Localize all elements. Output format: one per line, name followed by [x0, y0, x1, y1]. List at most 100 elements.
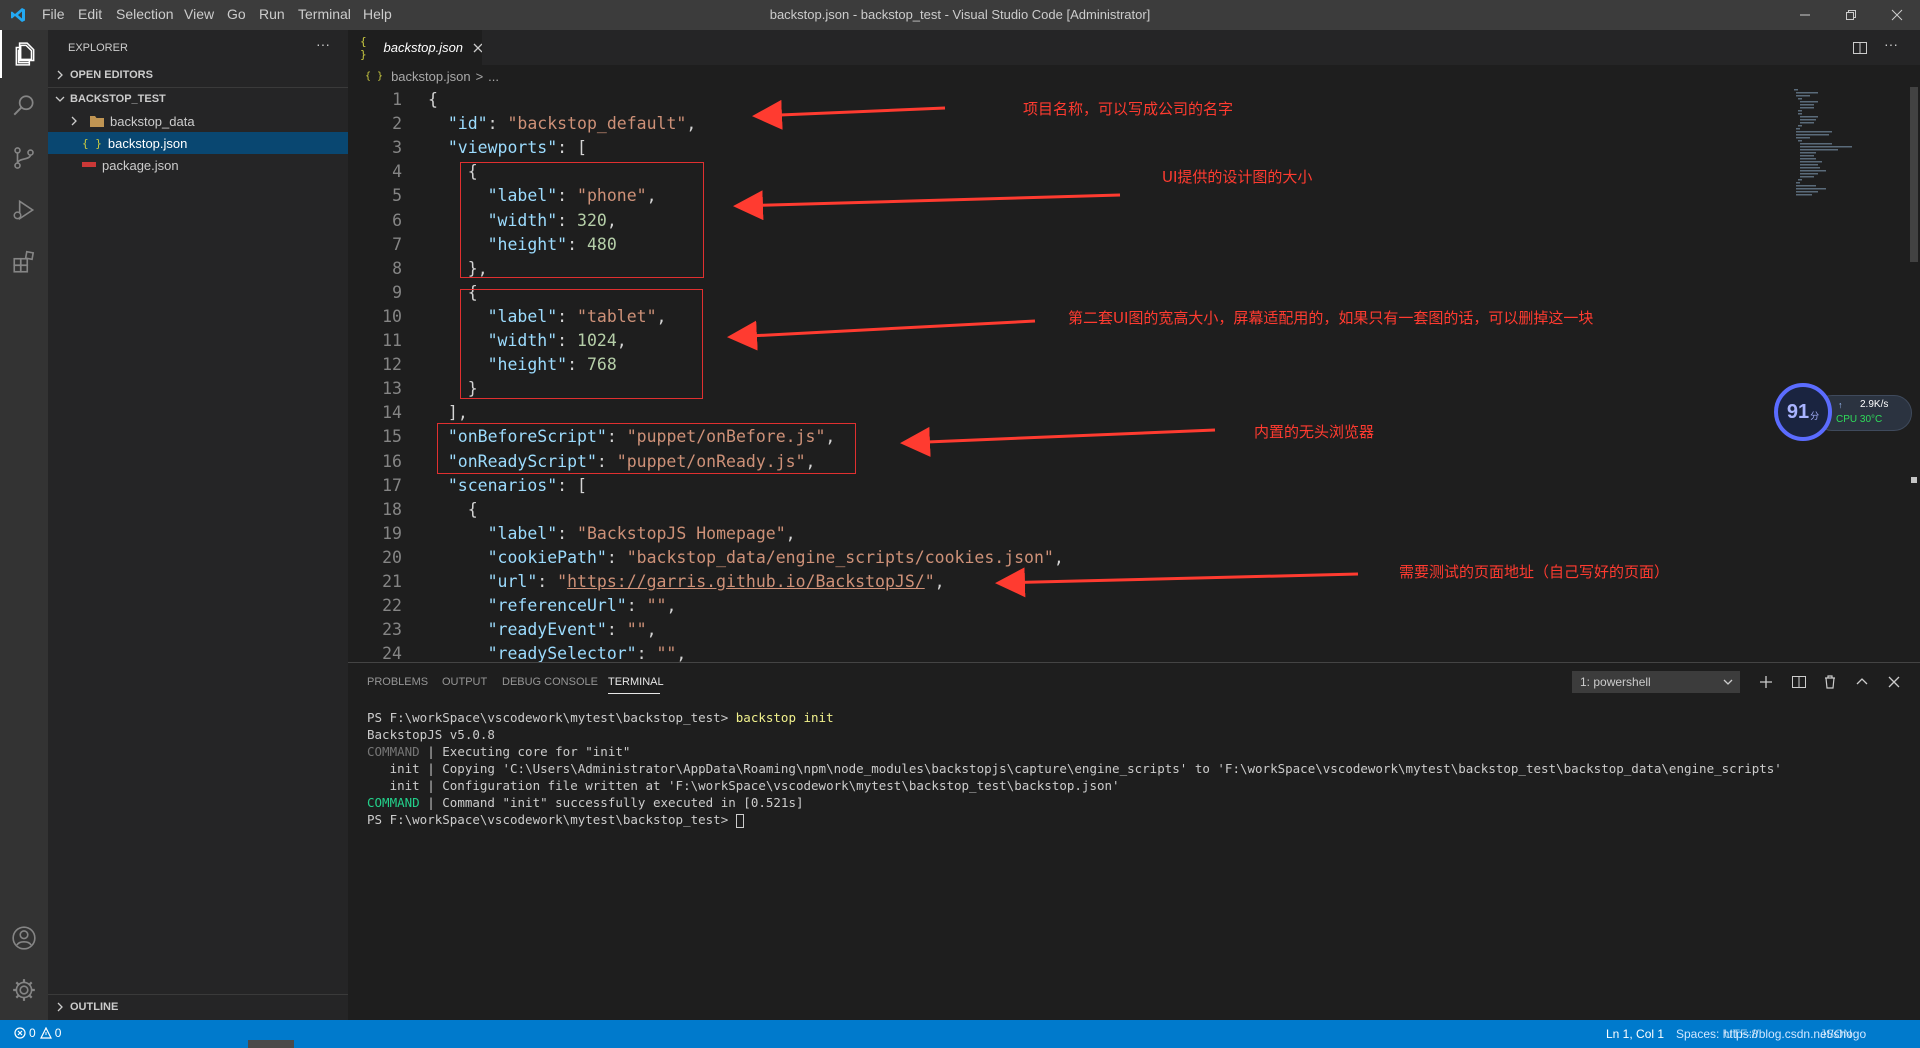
code-text: "cookiePath": "backstop_data/engine_scri… — [487, 547, 1064, 567]
folder-section[interactable]: BACKSTOP_TEST — [48, 88, 348, 110]
breadcrumb-file[interactable]: backstop.json — [391, 69, 471, 84]
menu-view[interactable]: View — [184, 6, 214, 22]
minimap[interactable] — [1790, 87, 1908, 207]
chevron-down-icon — [1723, 679, 1733, 685]
breadcrumb-more[interactable]: ... — [488, 69, 499, 84]
code-line[interactable]: 8 }, — [348, 257, 488, 281]
outline-section[interactable]: OUTLINE — [48, 996, 348, 1018]
cursor-position[interactable]: Ln 1, Col 1 — [1606, 1027, 1664, 1041]
close-panel-icon[interactable] — [1886, 674, 1902, 690]
tab-problems[interactable]: PROBLEMS — [367, 676, 428, 688]
terminal-prompt: PS F:\workSpace\vscodework\mytest\backst… — [367, 710, 736, 725]
menu-terminal[interactable]: Terminal — [298, 6, 351, 22]
system-monitor-widget[interactable]: 91 分 ↑ 2.9K/s CPU 30°C — [1774, 383, 1914, 441]
code-line[interactable]: 7 "height": 480 — [348, 233, 617, 257]
code-line[interactable]: 13 } — [348, 377, 478, 401]
chevron-right-icon — [71, 116, 77, 126]
scrollbar-thumb[interactable] — [1910, 87, 1918, 262]
editor-scrollbar[interactable] — [1908, 87, 1920, 662]
terminal-select-value: 1: powershell — [1580, 675, 1651, 689]
line-number: 13 — [382, 379, 402, 399]
line-number: 2 — [392, 114, 402, 134]
breadcrumb-separator: > — [475, 68, 484, 84]
tab-backstop-json[interactable]: { } backstop.json — [348, 30, 482, 65]
search-button[interactable] — [0, 82, 48, 130]
language-status[interactable]: JSON — [1820, 1027, 1852, 1041]
tab-terminal[interactable]: TERMINAL — [608, 676, 664, 688]
line-number: 15 — [382, 427, 402, 447]
annotation-tablet: 第二套UI图的宽高大小，屏幕适配用的，如果只有一套图的话，可以删掉这一块 — [1068, 309, 1594, 327]
code-line[interactable]: 14 ], — [348, 401, 468, 425]
explorer-button[interactable] — [0, 30, 48, 78]
code-line[interactable]: 22 "referenceUrl": "", — [348, 594, 676, 618]
close-window-button[interactable] — [1874, 0, 1920, 30]
code-line[interactable]: 15 "onBeforeScript": "puppet/onBefore.js… — [348, 425, 835, 449]
restore-button[interactable] — [1828, 0, 1874, 30]
split-terminal-icon[interactable] — [1791, 674, 1807, 690]
json-icon: { } — [360, 34, 367, 61]
terminal-line: init | Copying 'C:\Users\Administrator\A… — [367, 760, 1782, 777]
source-control-icon — [14, 147, 34, 169]
tree-item-backstop-data[interactable]: backstop_data — [48, 110, 348, 132]
tab-debug-console[interactable]: DEBUG CONSOLE — [502, 676, 598, 688]
open-editors-label: OPEN EDITORS — [70, 69, 153, 81]
menu-selection[interactable]: Selection — [116, 6, 174, 22]
extensions-button[interactable] — [0, 238, 48, 286]
plus-icon[interactable] — [1758, 674, 1774, 690]
code-line[interactable]: 2 "id": "backstop_default", — [348, 112, 696, 136]
code-line[interactable]: 9 { — [348, 281, 478, 305]
source-control-button[interactable] — [0, 134, 48, 182]
line-number: 21 — [382, 572, 402, 591]
line-number: 4 — [392, 162, 402, 182]
line-number: 16 — [382, 451, 402, 471]
code-text: "label": "BackstopJS Homepage", — [487, 523, 796, 543]
code-line[interactable]: 17 "scenarios": [ — [348, 474, 587, 498]
run-debug-button[interactable] — [0, 186, 48, 234]
accounts-button[interactable] — [0, 914, 48, 962]
encoding-status[interactable]: UTF-8 — [1724, 1027, 1758, 1041]
minimize-icon — [1800, 14, 1810, 16]
code-line[interactable]: 21 "url": "https://garris.github.io/Back… — [348, 570, 944, 594]
menu-help[interactable]: Help — [363, 6, 392, 22]
chevron-up-icon[interactable] — [1854, 674, 1870, 690]
problems-status[interactable]: 0 0 — [14, 1026, 61, 1040]
code-line[interactable]: 23 "readyEvent": "", — [348, 618, 656, 642]
code-line[interactable]: 19 "label": "BackstopJS Homepage", — [348, 522, 795, 546]
code-line[interactable]: 1{ — [348, 88, 438, 112]
code-line[interactable]: 3 "viewports": [ — [348, 136, 587, 160]
trash-icon[interactable] — [1822, 674, 1838, 690]
editor-more-button[interactable]: ··· — [1884, 36, 1898, 52]
open-editors-section[interactable]: OPEN EDITORS — [48, 64, 348, 86]
code-line[interactable]: 11 "width": 1024, — [348, 329, 627, 353]
terminal-select[interactable]: 1: powershell — [1572, 671, 1740, 693]
close-tab-icon[interactable] — [471, 41, 482, 55]
line-number: 22 — [382, 596, 402, 616]
code-text: { — [467, 499, 478, 519]
tree-item-backstop-json[interactable]: { } backstop.json — [48, 132, 348, 154]
explorer-header: EXPLORER — [68, 42, 128, 54]
menu-file[interactable]: File — [42, 6, 65, 22]
menu-run[interactable]: Run — [259, 6, 285, 22]
menu-edit[interactable]: Edit — [78, 6, 102, 22]
manage-button[interactable] — [0, 966, 48, 1014]
annotation-viewport: UI提供的设计图的大小 — [1162, 168, 1313, 186]
code-line[interactable]: 5 "label": "phone", — [348, 184, 656, 208]
taskbar-strip — [248, 1040, 294, 1048]
code-line[interactable]: 10 "label": "tablet", — [348, 305, 666, 329]
code-line[interactable]: 16 "onReadyScript": "puppet/onReady.js", — [348, 450, 815, 474]
line-number: 14 — [382, 403, 402, 423]
warning-count: 0 — [54, 1026, 62, 1040]
minimize-button[interactable] — [1782, 0, 1828, 30]
tab-output[interactable]: OUTPUT — [442, 676, 487, 688]
code-line[interactable]: 6 "width": 320, — [348, 209, 617, 233]
code-line[interactable]: 12 "height": 768 — [348, 353, 617, 377]
code-line[interactable]: 20 "cookiePath": "backstop_data/engine_s… — [348, 546, 1064, 570]
breadcrumb: { } backstop.json > ... — [348, 65, 499, 87]
split-editor-icon[interactable] — [1852, 40, 1868, 56]
menu-go[interactable]: Go — [227, 6, 246, 22]
tree-item-package-json[interactable]: package.json — [48, 154, 348, 176]
code-line[interactable]: 18 { — [348, 498, 478, 522]
code-line[interactable]: 4 { — [348, 160, 478, 184]
more-actions-button[interactable]: ··· — [316, 36, 330, 52]
vscode-logo-icon — [11, 8, 25, 22]
